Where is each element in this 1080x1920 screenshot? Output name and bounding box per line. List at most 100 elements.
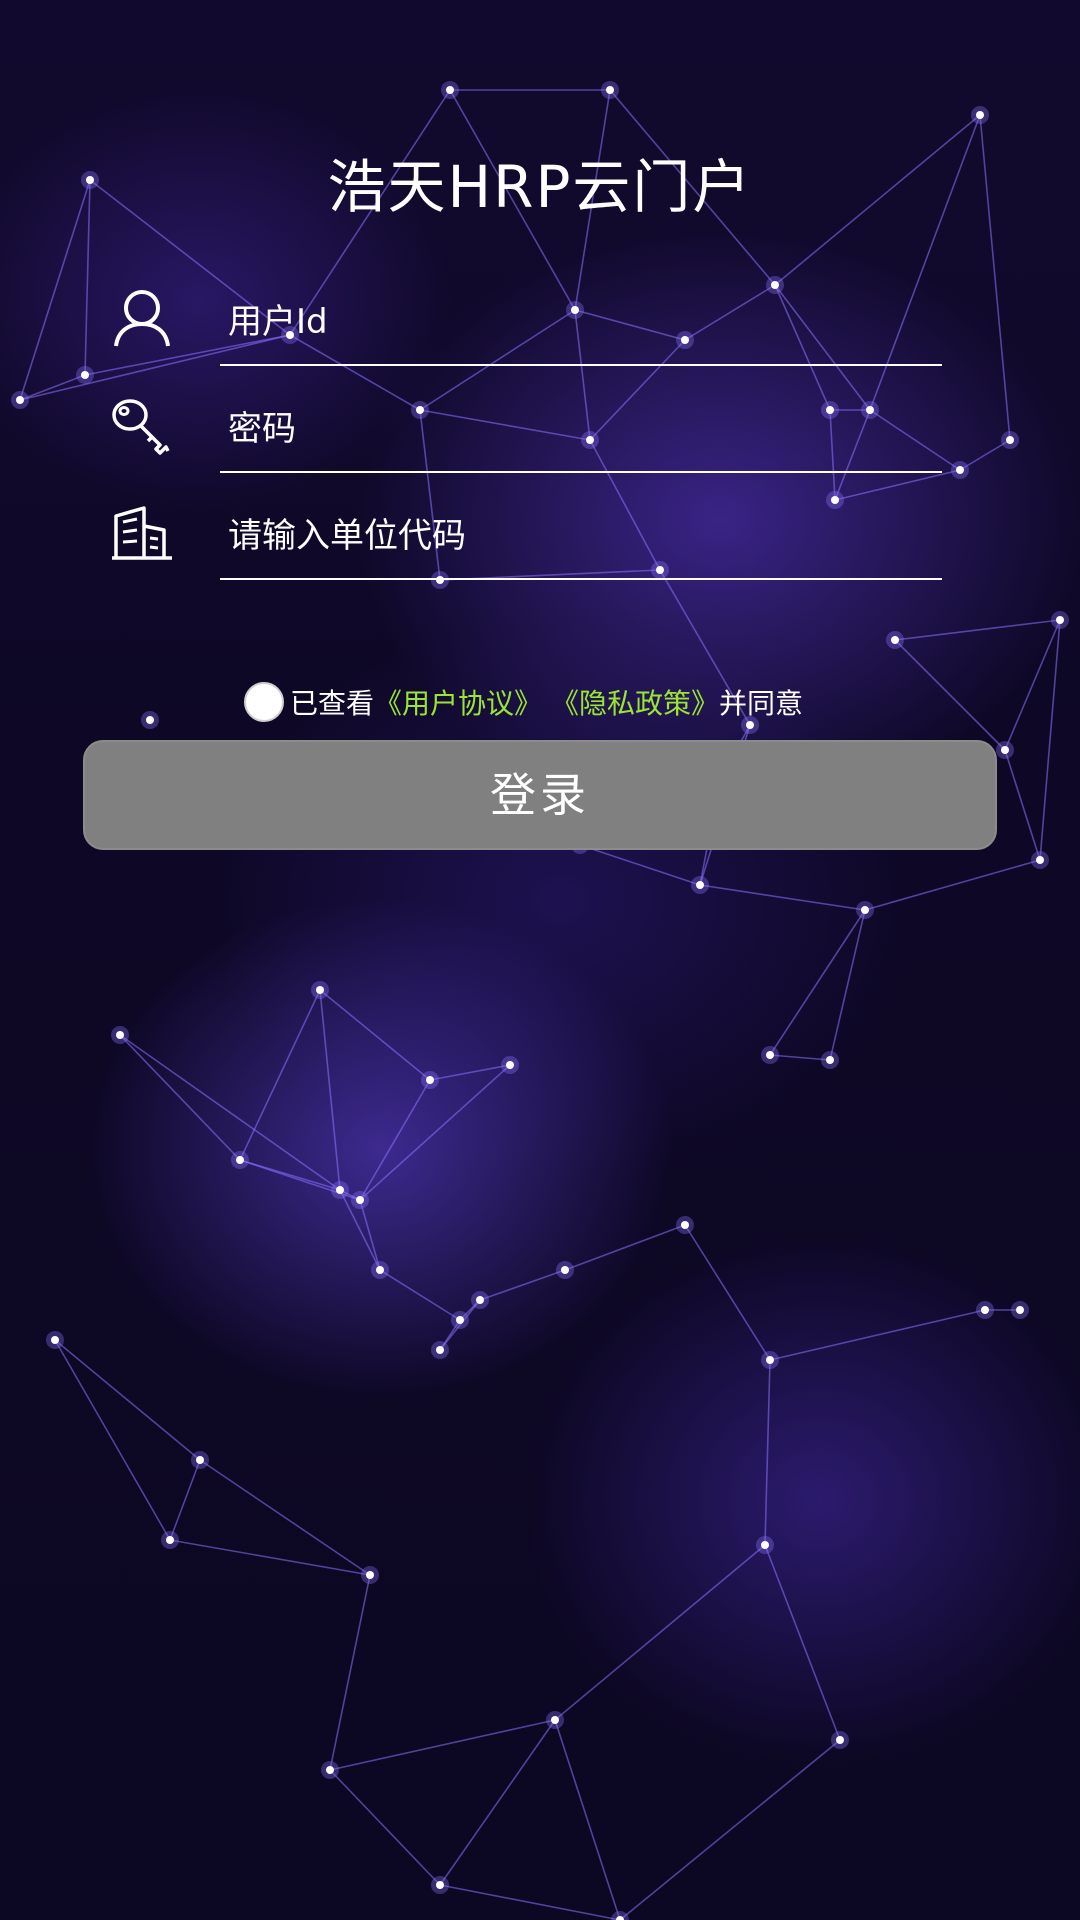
agreement-radio[interactable] [244, 682, 284, 722]
network-line [699, 884, 866, 911]
network-node [81, 371, 89, 379]
network-node [1001, 746, 1009, 754]
network-line [119, 1034, 241, 1161]
network-node [956, 466, 964, 474]
network-line [619, 1739, 841, 1920]
network-node [456, 1316, 464, 1324]
network-node [336, 1186, 344, 1194]
network-node [446, 86, 454, 94]
network-line [764, 1359, 771, 1546]
network-node [356, 1196, 364, 1204]
user-id-underline [220, 364, 942, 366]
network-node [476, 1296, 484, 1304]
network-line [379, 1269, 461, 1321]
network-line [564, 1224, 686, 1271]
network-node [976, 111, 984, 119]
network-line [579, 844, 701, 886]
network-line [169, 1539, 371, 1576]
network-line [554, 1719, 621, 1920]
network-node [426, 1076, 434, 1084]
network-line [769, 1054, 831, 1061]
user-agreement-link[interactable]: 《用户协议》 [374, 682, 542, 722]
network-line [1039, 619, 1061, 861]
network-node [861, 906, 869, 914]
network-line [119, 1034, 341, 1191]
network-node [196, 1456, 204, 1464]
network-line [239, 989, 321, 1161]
network-line [429, 1064, 511, 1081]
network-line [764, 1544, 841, 1741]
app-title: 浩天HRP云门户 [327, 153, 753, 221]
network-node [766, 1356, 774, 1364]
network-line [359, 1079, 431, 1201]
network-node [551, 1716, 559, 1724]
network-line [199, 1459, 371, 1576]
network-line [1004, 619, 1061, 751]
network-line [54, 1339, 201, 1461]
network-line [169, 1459, 201, 1541]
network-line [769, 1309, 986, 1361]
user-id-input[interactable] [218, 298, 958, 346]
network-line [894, 639, 1006, 751]
network-node [1016, 1306, 1024, 1314]
building-icon [110, 500, 174, 564]
network-line [319, 989, 341, 1191]
network-line [894, 619, 1061, 641]
network-node [436, 1881, 444, 1889]
org-code-field [100, 492, 958, 582]
privacy-policy-link[interactable]: 《隐私政策》 [551, 682, 719, 722]
network-line [329, 1719, 556, 1771]
user-icon [110, 286, 174, 350]
network-line [769, 909, 866, 1056]
network-line [319, 989, 431, 1081]
network-line [554, 1544, 766, 1721]
network-node [51, 1336, 59, 1344]
key-icon [110, 393, 174, 457]
network-line [329, 1769, 441, 1886]
network-node [766, 1051, 774, 1059]
network-node [1056, 616, 1064, 624]
password-underline [220, 471, 942, 473]
network-node [836, 1736, 844, 1744]
network-line [829, 909, 866, 1061]
user-id-field [100, 278, 958, 368]
network-node [826, 1056, 834, 1064]
network-node [376, 1266, 384, 1274]
agreement-row: 已查看 《用户协议》 《隐私政策》 并同意 [244, 680, 803, 724]
network-line [439, 1719, 556, 1886]
password-field [100, 385, 958, 475]
network-node [681, 1221, 689, 1229]
login-screen: 浩天HRP云门户 用户Id 请输入单位代码 已查看 《用户协议》 《隐私政策》 … [0, 0, 1080, 1920]
network-line [1004, 749, 1041, 861]
network-node [891, 636, 899, 644]
network-line [54, 1339, 171, 1541]
network-node [506, 1061, 514, 1069]
network-node [236, 1156, 244, 1164]
org-code-input[interactable] [218, 512, 958, 560]
network-node [326, 1766, 334, 1774]
network-node [696, 881, 704, 889]
network-node [1006, 436, 1014, 444]
password-input[interactable] [218, 405, 958, 453]
login-button[interactable]: 登录 [83, 740, 997, 850]
network-node [116, 1031, 124, 1039]
network-node [436, 1346, 444, 1354]
network-node [316, 986, 324, 994]
network-node [1036, 856, 1044, 864]
network-node [166, 1536, 174, 1544]
network-line [479, 1269, 566, 1301]
network-node [146, 716, 154, 724]
network-line [864, 859, 1041, 911]
network-node [761, 1541, 769, 1549]
network-node [981, 1306, 989, 1314]
network-line [329, 1574, 371, 1771]
network-line [684, 1224, 771, 1361]
agreement-separator [542, 686, 551, 719]
org-code-underline [220, 578, 942, 580]
agreement-suffix: 并同意 [718, 687, 803, 720]
network-node [561, 1266, 569, 1274]
agreement-prefix: 已查看 [290, 687, 375, 720]
network-line [439, 1884, 621, 1920]
network-node [366, 1571, 374, 1579]
network-node [16, 396, 24, 404]
